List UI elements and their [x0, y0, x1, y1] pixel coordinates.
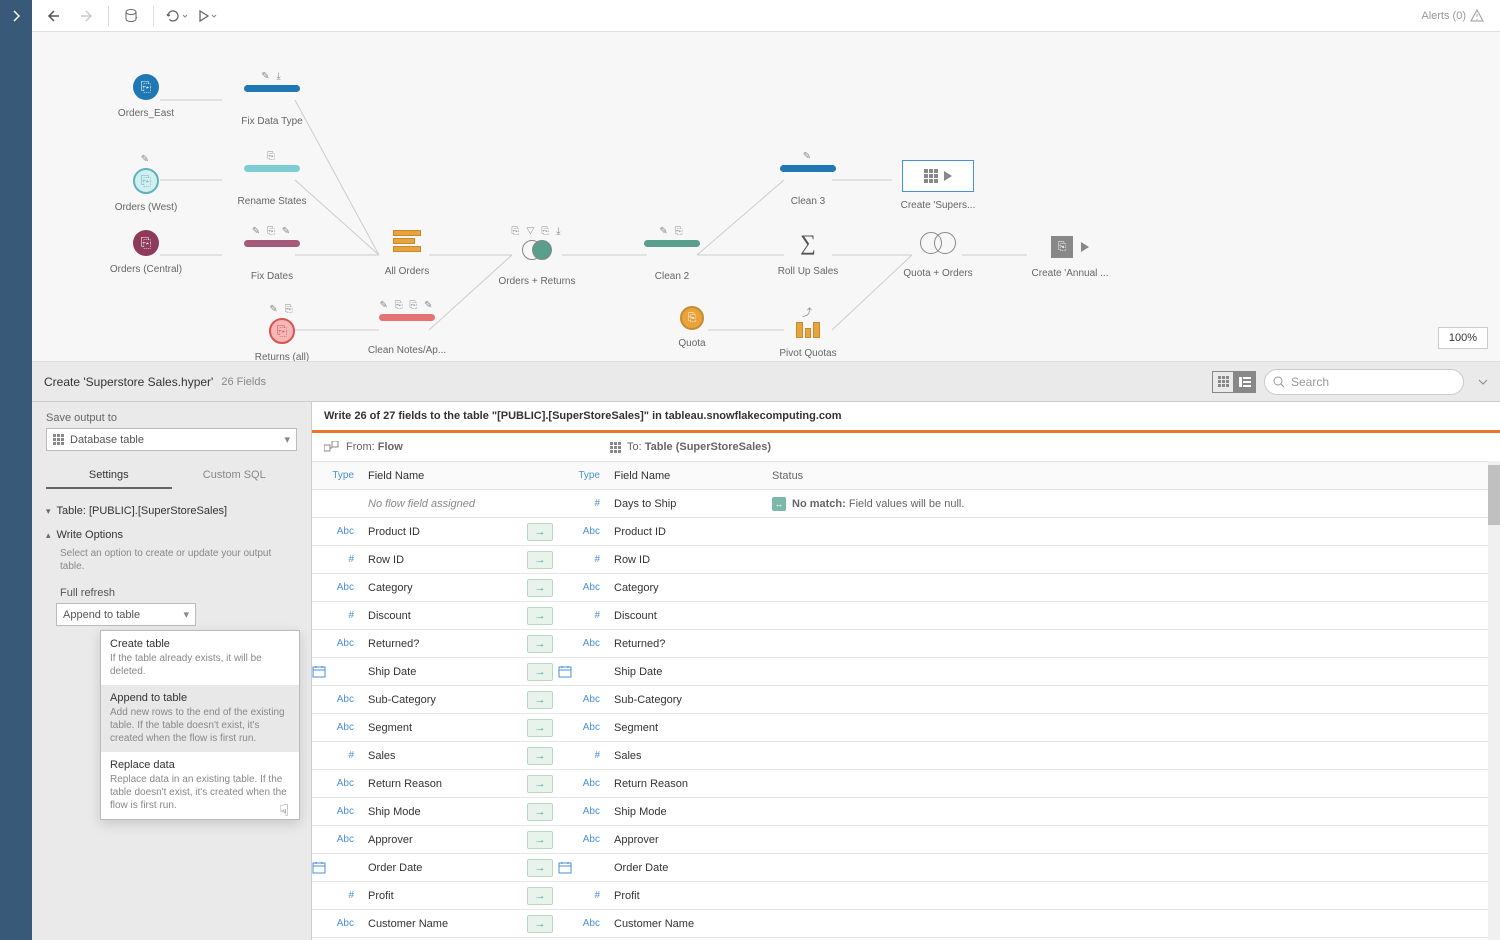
mapping-header: From: Flow To: Table (SuperStoreSales) — [312, 433, 1500, 461]
table-row[interactable]: #Sales→#Sales — [312, 741, 1500, 769]
write-options-help: Select an option to create or update you… — [60, 547, 297, 573]
table-row[interactable]: Ship Date→Ship Date — [312, 657, 1500, 685]
menu-append-table[interactable]: Append to table Add new rows to the end … — [101, 685, 299, 752]
node-clean2[interactable]: ✎ ⎘ Clean 2 — [622, 226, 722, 283]
refresh-button[interactable] — [162, 2, 190, 30]
table-row[interactable]: No flow field assigned#Days to Ship↔No m… — [312, 489, 1500, 517]
back-button[interactable] — [40, 2, 68, 30]
field-mapping-panel: Write 26 of 27 fields to the table "[PUB… — [312, 402, 1500, 940]
sidebar-rail — [0, 0, 32, 940]
table-row[interactable]: Order Date→Order Date — [312, 853, 1500, 881]
node-orders-west[interactable]: ✎ ⎘ Orders (West) — [96, 154, 196, 214]
view-list-icon[interactable] — [1234, 371, 1256, 393]
table-icon — [53, 434, 64, 445]
detail-title: Create 'Superstore Sales.hyper' — [44, 375, 213, 389]
table-row[interactable]: AbcApprover→AbcApprover — [312, 825, 1500, 853]
tab-custom-sql[interactable]: Custom SQL — [172, 463, 298, 489]
table-header-row: Type Field Name Type Field Name Status — [312, 461, 1500, 489]
output-settings-panel: Save output to Database table ▾ Settings… — [32, 402, 312, 940]
detail-header: Create 'Superstore Sales.hyper' 26 Field… — [32, 362, 1500, 402]
table-row[interactable]: AbcCategory→AbcCategory — [312, 573, 1500, 601]
node-quota[interactable]: ⎘ Quota — [642, 306, 742, 350]
menu-create-table[interactable]: Create table If the table already exists… — [101, 631, 299, 685]
menu-replace-data[interactable]: Replace data Replace data in an existing… — [101, 752, 299, 819]
node-rename-states[interactable]: ⎘ Rename States — [222, 151, 322, 208]
alerts-indicator[interactable]: Alerts (0) — [1421, 9, 1492, 22]
table-row[interactable]: AbcReturned?→AbcReturned? — [312, 629, 1500, 657]
search-input[interactable]: Search — [1264, 369, 1464, 395]
from-header: From: Flow — [312, 441, 526, 453]
run-button[interactable] — [194, 2, 222, 30]
node-rollup[interactable]: ∑ Roll Up Sales — [758, 230, 858, 278]
alerts-label: Alerts (0) — [1421, 10, 1466, 22]
table-row[interactable]: AbcShip Mode→AbcShip Mode — [312, 797, 1500, 825]
table-row[interactable]: AbcSegment→AbcSegment — [312, 713, 1500, 741]
table-row[interactable]: AbcCustomer Name→AbcCustomer Name — [312, 909, 1500, 937]
forward-button — [72, 2, 100, 30]
node-all-orders[interactable]: All Orders — [357, 230, 457, 278]
table-row[interactable]: AbcProduct ID→AbcProduct ID — [312, 517, 1500, 545]
table-row[interactable]: #Discount→#Discount — [312, 601, 1500, 629]
chevron-down-icon[interactable] — [1478, 379, 1488, 385]
alert-icon — [1470, 9, 1484, 22]
view-toggle — [1212, 371, 1256, 393]
search-icon — [1273, 376, 1285, 388]
node-fix-data-type[interactable]: ✎ ⤓ Fix Data Type — [222, 71, 322, 128]
to-header: To: Table (SuperStoreSales) — [598, 441, 1500, 453]
flow-canvas[interactable]: ⎘ Orders_East ✎ ⎘ Orders (West) ⎘ Orders… — [32, 32, 1500, 362]
table-row[interactable]: #Profit→#Profit — [312, 881, 1500, 909]
node-orders-east[interactable]: ⎘ Orders_East — [96, 74, 196, 120]
toolbar: Alerts (0) — [32, 0, 1500, 32]
table-row[interactable]: AbcSub-Category→AbcSub-Category — [312, 685, 1500, 713]
node-pivot-quotas[interactable]: ⤴ Pivot Quotas — [758, 304, 858, 360]
write-options-section[interactable]: ▴ Write Options — [46, 523, 297, 547]
node-quota-orders[interactable]: Quota + Orders — [888, 232, 988, 280]
node-fix-dates[interactable]: ✎ ⎘ ✎ Fix Dates — [222, 226, 322, 283]
full-refresh-label: Full refresh — [60, 587, 297, 599]
scrollbar[interactable] — [1488, 461, 1500, 940]
table-section[interactable]: ▾ Table: [PUBLIC].[SuperStoreSales] — [46, 499, 297, 523]
write-banner: Write 26 of 27 fields to the table "[PUB… — [312, 402, 1500, 430]
node-orders-returns[interactable]: ⎘ ▽ ⎘ ⤓ Orders + Returns — [487, 226, 587, 288]
rail-expand-icon[interactable] — [0, 0, 32, 32]
save-output-dropdown[interactable]: Database table ▾ — [46, 428, 297, 451]
zoom-level[interactable]: 100% — [1438, 327, 1488, 349]
node-returns-all[interactable]: ✎ ⎘ ⎘ Returns (all) — [232, 304, 332, 362]
table-row[interactable]: #Row ID→#Row ID — [312, 545, 1500, 573]
mapping-table[interactable]: Type Field Name Type Field Name Status N… — [312, 461, 1500, 940]
save-output-label: Save output to — [46, 412, 297, 424]
node-clean-notes[interactable]: ✎ ⎘ ⎘ ✎ Clean Notes/Ap... — [357, 300, 457, 357]
fields-count: 26 Fields — [221, 376, 266, 388]
node-create-supers[interactable]: Create 'Supers... — [888, 160, 988, 212]
data-button[interactable] — [117, 2, 145, 30]
write-mode-dropdown[interactable]: Append to table ▾ — [56, 603, 196, 626]
tab-settings[interactable]: Settings — [46, 463, 172, 489]
table-row[interactable]: AbcReturn Reason→AbcReturn Reason — [312, 769, 1500, 797]
write-mode-menu: Create table If the table already exists… — [100, 630, 300, 820]
node-clean3[interactable]: ✎ Clean 3 — [758, 151, 858, 208]
node-orders-central[interactable]: ⎘ Orders (Central) — [96, 230, 196, 276]
node-create-annual[interactable]: ⎘ Create 'Annual ... — [1020, 236, 1120, 280]
view-grid-icon[interactable] — [1212, 371, 1234, 393]
